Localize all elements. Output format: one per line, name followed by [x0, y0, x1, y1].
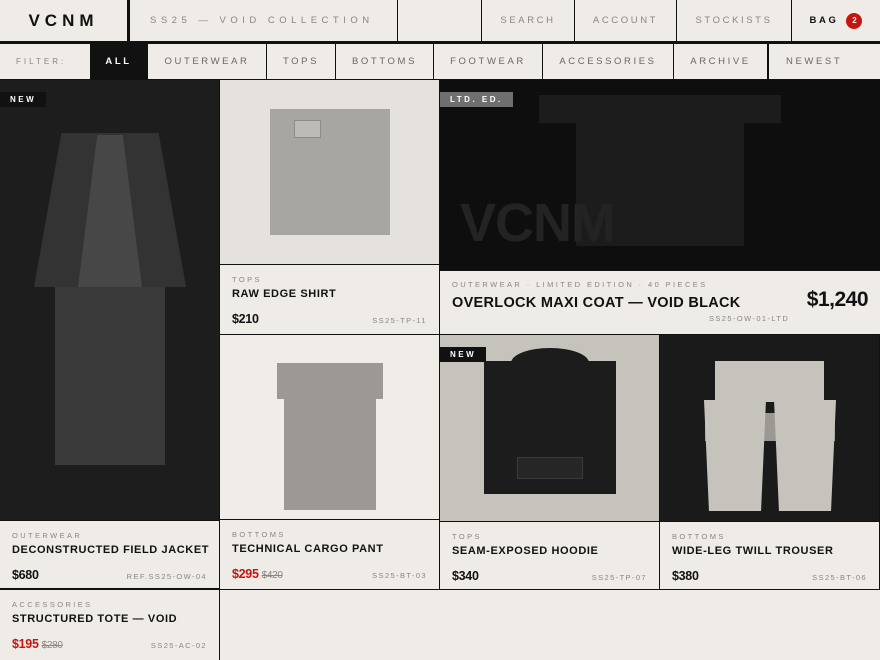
sort-select[interactable]: NEWEST	[767, 44, 880, 79]
cargo-leg-shape	[284, 397, 376, 510]
filter-chip-tops[interactable]: TOPS	[267, 44, 336, 79]
product-category: ACCESSORIES	[12, 600, 93, 609]
product-info-trouser: BOTTOMS WIDE-LEG TWILL TROUSER $380 SS25…	[660, 521, 879, 589]
product-name[interactable]: WIDE-LEG TWILL TROUSER	[672, 545, 867, 557]
sale-price-value: $295	[232, 567, 259, 581]
search-link[interactable]: SEARCH	[482, 0, 575, 41]
product-category: OUTERWEAR	[12, 531, 83, 540]
bag-button[interactable]: BAG 2	[792, 0, 880, 41]
product-sale-price: $195 $280	[12, 637, 63, 651]
product-card-shirt[interactable]: TOPS RAW EDGE SHIRT $210 SS25-TP-11	[220, 80, 440, 335]
product-image-trouser[interactable]	[660, 335, 879, 521]
product-image-jacket[interactable]	[0, 80, 219, 520]
new-badge: NEW	[0, 92, 47, 107]
filter-chip-archive[interactable]: ARCHIVE	[674, 44, 767, 79]
bag-label: BAG	[809, 15, 839, 26]
product-card-jacket[interactable]: OUTERWEAR DECONSTRUCTED FIELD JACKET $68…	[0, 80, 220, 590]
product-price: $680	[12, 568, 39, 582]
sale-price-value: $195	[12, 637, 39, 651]
filter-chip-outerwear[interactable]: OUTERWEAR	[148, 44, 267, 79]
product-card-coat-featured[interactable]: VCNM OUTERWEAR · LIMITED EDITION · 40 PI…	[440, 80, 880, 335]
product-category: TOPS	[452, 532, 482, 541]
product-ref: SS25-BT-03	[372, 571, 427, 580]
product-name[interactable]: SEAM-EXPOSED HOODIE	[452, 545, 647, 557]
stockists-link[interactable]: STOCKISTS	[677, 0, 792, 41]
trouser-waist-shape	[715, 361, 824, 402]
product-ref: SS25-TP-11	[372, 316, 427, 325]
product-category: BOTTOMS	[232, 530, 286, 539]
product-info-coat: OUTERWEAR · LIMITED EDITION · 40 PIECES …	[440, 270, 880, 334]
original-price: $280	[41, 640, 63, 651]
product-name[interactable]: RAW EDGE SHIRT	[232, 288, 427, 300]
filter-chip-all[interactable]: ALL	[90, 44, 148, 79]
filter-chip-bottoms[interactable]: BOTTOMS	[336, 44, 434, 79]
product-ref: SS25-BT-06	[812, 573, 867, 582]
product-info-jacket: OUTERWEAR DECONSTRUCTED FIELD JACKET $68…	[0, 520, 219, 588]
new-badge: NEW	[440, 347, 487, 362]
filter-label: FILTER:	[16, 57, 67, 66]
filter-chip-footwear[interactable]: FOOTWEAR	[434, 44, 543, 79]
product-name[interactable]: OVERLOCK MAXI COAT — VOID BLACK	[452, 295, 868, 311]
bag-count-badge: 2	[846, 12, 863, 29]
hoodie-pocket-shape	[517, 457, 583, 479]
cargo-waist-shape	[277, 363, 383, 399]
header-spacer	[398, 0, 482, 41]
collection-title: SS25 — VOID COLLECTION	[130, 0, 398, 41]
trouser-left-leg-shape	[704, 400, 766, 511]
product-sale-price: $295 $420	[232, 567, 283, 581]
product-category: BOTTOMS	[672, 532, 726, 541]
coat-shoulder-shape	[539, 95, 781, 123]
product-image-shirt[interactable]	[220, 80, 439, 264]
original-price: $420	[261, 570, 283, 581]
filter-chip-accessories[interactable]: ACCESSORIES	[543, 44, 674, 79]
product-card-cargo[interactable]: BOTTOMS TECHNICAL CARGO PANT $295 $420 SS…	[220, 335, 440, 590]
product-card-trouser[interactable]: BOTTOMS WIDE-LEG TWILL TROUSER $380 SS25…	[660, 335, 880, 590]
brand-logo[interactable]: VCNM	[0, 0, 130, 41]
product-meta: OUTERWEAR · LIMITED EDITION · 40 PIECES	[452, 280, 708, 289]
product-ref: REF.SS25-OW-04	[126, 572, 207, 581]
product-price: $380	[672, 569, 699, 583]
product-name[interactable]: DECONSTRUCTED FIELD JACKET	[12, 544, 209, 556]
product-price: $1,240	[806, 288, 869, 311]
product-card-tote[interactable]: ACCESSORIES STRUCTURED TOTE — VOID $195 $…	[0, 590, 220, 660]
product-image-coat[interactable]: VCNM	[440, 80, 880, 270]
jacket-lower-shape	[55, 287, 165, 465]
product-price: $210	[232, 312, 259, 326]
product-card-hoodie[interactable]: TOPS SEAM-EXPOSED HOODIE $340 SS25-TP-07	[440, 335, 660, 590]
product-info-cargo: BOTTOMS TECHNICAL CARGO PANT $295 $420 SS…	[220, 519, 439, 589]
product-category: TOPS	[232, 275, 262, 284]
shirt-pocket-shape	[294, 120, 321, 138]
product-ref: SS25-OW-01-LTD	[709, 314, 790, 323]
product-image-hoodie[interactable]	[440, 335, 659, 521]
product-price: $340	[452, 569, 479, 583]
product-info-hoodie: TOPS SEAM-EXPOSED HOODIE $340 SS25-TP-07	[440, 521, 659, 589]
limited-edition-badge: LTD. ED.	[440, 92, 513, 107]
product-ref: SS25-AC-02	[150, 641, 207, 650]
shirt-body-shape	[270, 109, 390, 235]
coat-watermark-logo: VCNM	[460, 193, 616, 253]
product-info-shirt: TOPS RAW EDGE SHIRT $210 SS25-TP-11	[220, 264, 439, 334]
top-bar: VCNM SS25 — VOID COLLECTION SEARCH ACCOU…	[0, 0, 880, 44]
product-name[interactable]: TECHNICAL CARGO PANT	[232, 543, 427, 555]
trouser-right-leg-shape	[774, 400, 836, 511]
filter-bar: FILTER: ALL OUTERWEAR TOPS BOTTOMS FOOTW…	[0, 44, 880, 80]
product-image-cargo[interactable]	[220, 335, 439, 519]
product-name[interactable]: STRUCTURED TOTE — VOID	[12, 613, 207, 625]
product-info-tote: ACCESSORIES STRUCTURED TOTE — VOID $195 $…	[0, 590, 219, 660]
product-ref: SS25-TP-07	[591, 573, 647, 582]
account-link[interactable]: ACCOUNT	[575, 0, 677, 41]
